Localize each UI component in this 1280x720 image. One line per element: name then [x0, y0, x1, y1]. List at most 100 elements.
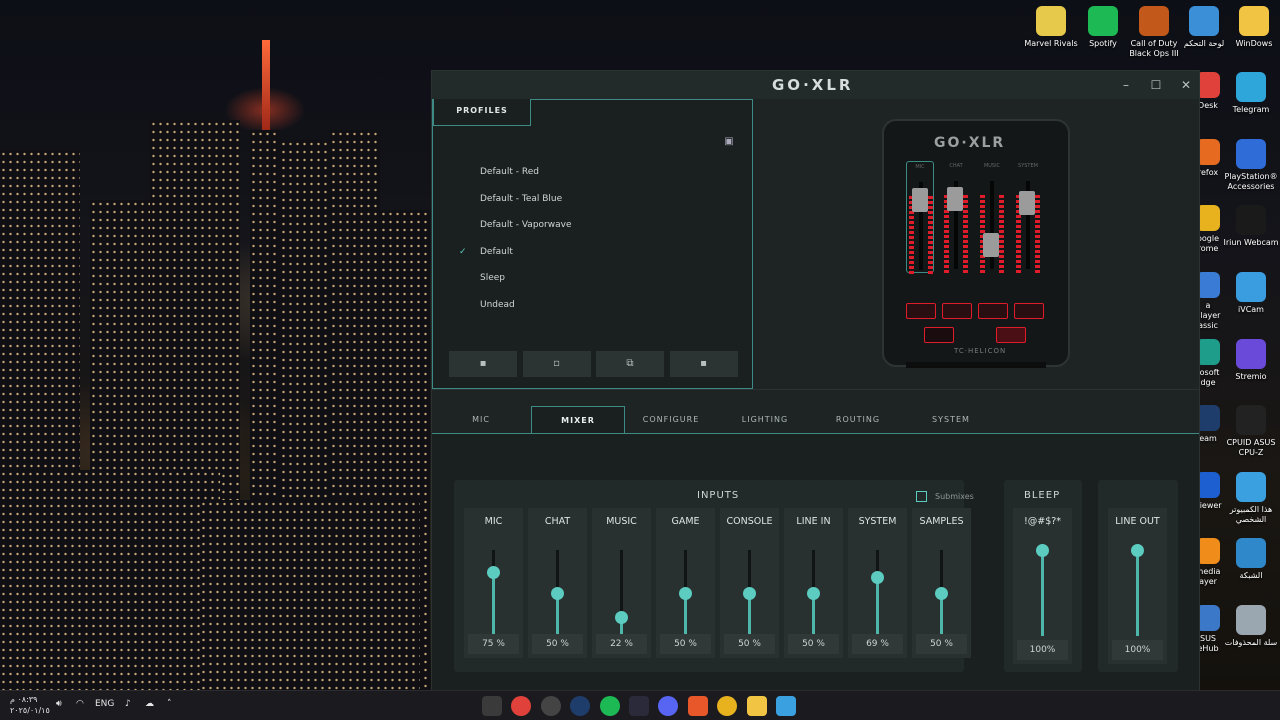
slider-thumb[interactable] — [679, 587, 692, 600]
line-out-channel: LINE OUT 100% — [1108, 508, 1167, 664]
inputs-group: INPUTS Submixes MIC 75 % CHAT 50 % MUSIC 22 %… — [454, 480, 974, 672]
volume-value[interactable]: 50 % — [724, 634, 775, 654]
device-led-meter — [928, 196, 933, 276]
slider-fill — [876, 576, 879, 636]
submixes-checkbox[interactable] — [916, 491, 927, 502]
slider-thumb[interactable] — [1036, 544, 1049, 557]
profile-item[interactable]: ✓ Default — [459, 245, 699, 259]
save-profile-button[interactable]: ▪ — [449, 351, 517, 377]
discord-icon[interactable] — [658, 696, 679, 716]
xbox-icon[interactable] — [482, 696, 502, 716]
mixer-panel: INPUTS Submixes MIC 75 % CHAT 50 % MUSIC 22 %… — [432, 434, 1199, 690]
desktop-shortcut-label: Spotify — [1089, 39, 1117, 48]
spotify-icon[interactable] — [599, 696, 620, 716]
file-explorer-icon[interactable] — [746, 696, 767, 716]
slider-thumb[interactable] — [1131, 544, 1144, 557]
desktop-shortcut[interactable]: PlayStation® Accessories — [1222, 139, 1280, 192]
device-fader: CHAT — [942, 161, 970, 275]
minimize-button[interactable]: – — [1118, 77, 1134, 93]
device-fader-knob — [983, 233, 999, 257]
volume-value[interactable]: 50 % — [788, 634, 839, 654]
camera-icon[interactable]: ▣ — [722, 136, 736, 148]
desktop-shortcut-label: WinDows — [1235, 39, 1273, 48]
mixer-channel-mic: MIC 75 % — [464, 508, 523, 658]
cloud-icon[interactable]: ☁ — [145, 699, 154, 709]
profile-item[interactable]: Default - Teal Blue — [459, 192, 699, 206]
mixer-channel-chat: CHAT 50 % — [528, 508, 587, 658]
desktop-shortcut[interactable]: Stremio — [1222, 339, 1280, 382]
tab-routing[interactable]: ROUTING — [811, 406, 905, 434]
steam-icon[interactable] — [570, 696, 591, 716]
desktop-shortcut[interactable]: Marvel Rivals — [1022, 6, 1080, 49]
windows-store-icon[interactable] — [776, 696, 796, 716]
slider-thumb[interactable] — [743, 587, 756, 600]
device-bleep-button — [996, 327, 1026, 343]
language-indicator[interactable]: ENG — [95, 699, 114, 709]
desktop-shortcut[interactable]: WinDows — [1225, 6, 1280, 49]
slider-thumb[interactable] — [807, 587, 820, 600]
desktop-shortcut[interactable]: Iriun Webcam — [1222, 205, 1280, 248]
desktop-shortcut[interactable]: هذا الكمبيوتر الشخصي — [1222, 472, 1280, 525]
steam-alt-icon[interactable] — [629, 696, 649, 716]
chrome-alt-icon[interactable] — [540, 696, 561, 716]
slider-thumb[interactable] — [871, 570, 884, 584]
volume-value[interactable]: 100% — [1017, 640, 1068, 660]
tab-system[interactable]: SYSTEM — [904, 406, 998, 434]
taskbar: ٠٨:٣٩ م ٢٠٢٥/٠١/١٥ 🔊︎ ◠ ENG ♪ ☁ ˄ — [0, 690, 1280, 720]
checkmark-icon: ✓ — [459, 246, 467, 257]
main-tabs: MIC MIXER CONFIGURE LIGHTING ROUTING SYSTEM — [432, 389, 1199, 434]
desktop-shortcut[interactable]: Telegram — [1222, 72, 1280, 115]
microphone-icon[interactable]: ♪ — [125, 699, 131, 709]
inputs-title: INPUTS — [697, 490, 740, 501]
delete-profile-button[interactable]: ▪ — [669, 351, 738, 377]
title-bar[interactable]: GO·XLR – ☐ ✕ — [432, 71, 1199, 99]
profile-item[interactable]: Sleep — [459, 271, 699, 285]
device-fader-knob — [1019, 191, 1035, 215]
slider-thumb[interactable] — [935, 587, 948, 600]
this-pc-icon — [1236, 472, 1266, 502]
slider-thumb[interactable] — [487, 565, 500, 579]
profile-name: Default - Teal Blue — [480, 193, 563, 204]
desktop-shortcut-label: PlayStation® Accessories — [1224, 172, 1278, 191]
desktop-shortcut[interactable]: iVCam — [1222, 272, 1280, 315]
profile-item[interactable]: Default - Vaporwave — [459, 218, 699, 232]
slider-thumb[interactable] — [551, 587, 564, 600]
device-logo: GO·XLR — [934, 135, 1006, 151]
wifi-icon[interactable]: ◠ — [76, 699, 84, 709]
close-button[interactable]: ✕ — [1178, 77, 1194, 93]
desktop-shortcut[interactable]: Spotify — [1074, 6, 1132, 49]
copy-profile-button[interactable]: ⧉ — [596, 351, 664, 377]
channel-label: MIC — [484, 516, 503, 527]
profile-item[interactable]: Undead — [459, 298, 699, 312]
volume-icon[interactable]: 🔊︎ — [56, 699, 62, 709]
brave-icon[interactable] — [687, 696, 708, 716]
volume-value[interactable]: 50 % — [532, 634, 583, 654]
volume-value[interactable]: 50 % — [916, 634, 967, 654]
volume-value[interactable]: 69 % — [852, 634, 903, 654]
volume-value[interactable]: 22 % — [596, 634, 647, 654]
volume-value[interactable]: 50 % — [660, 634, 711, 654]
desktop-shortcut[interactable]: الشبكة — [1222, 538, 1280, 581]
volume-value[interactable]: 100% — [1112, 640, 1163, 660]
desktop-shortcut-label: سلة المحذوفات — [1224, 638, 1278, 647]
device-base — [906, 362, 1046, 368]
chrome-icon[interactable] — [717, 696, 738, 716]
tab-configure[interactable]: CONFIGURE — [624, 406, 718, 434]
tab-mic[interactable]: MIC — [434, 406, 528, 434]
desktop-shortcut[interactable]: سلة المحذوفات — [1222, 605, 1280, 648]
channel-label: LINE IN — [796, 516, 831, 527]
device-led-meter — [999, 195, 1004, 275]
profiles-tab[interactable]: PROFILES — [433, 99, 531, 126]
tab-lighting[interactable]: LIGHTING — [718, 406, 812, 434]
desktop-shortcut[interactable]: CPUID ASUS CPU-Z — [1222, 405, 1280, 458]
tab-mixer[interactable]: MIXER — [531, 406, 625, 434]
close-app-icon[interactable] — [511, 696, 532, 716]
desktop-shortcut-label: الشبكة — [1239, 571, 1263, 580]
profile-item[interactable]: Default - Red — [459, 165, 699, 179]
clock[interactable]: ٠٨:٣٩ م ٢٠٢٥/٠١/١٥ — [10, 694, 50, 716]
volume-value[interactable]: 75 % — [468, 634, 519, 654]
maximize-button[interactable]: ☐ — [1148, 77, 1164, 93]
chevron-up-icon[interactable]: ˄ — [167, 699, 172, 709]
slider-thumb[interactable] — [615, 611, 628, 625]
new-file-profile-button[interactable]: ▫ — [522, 351, 591, 377]
